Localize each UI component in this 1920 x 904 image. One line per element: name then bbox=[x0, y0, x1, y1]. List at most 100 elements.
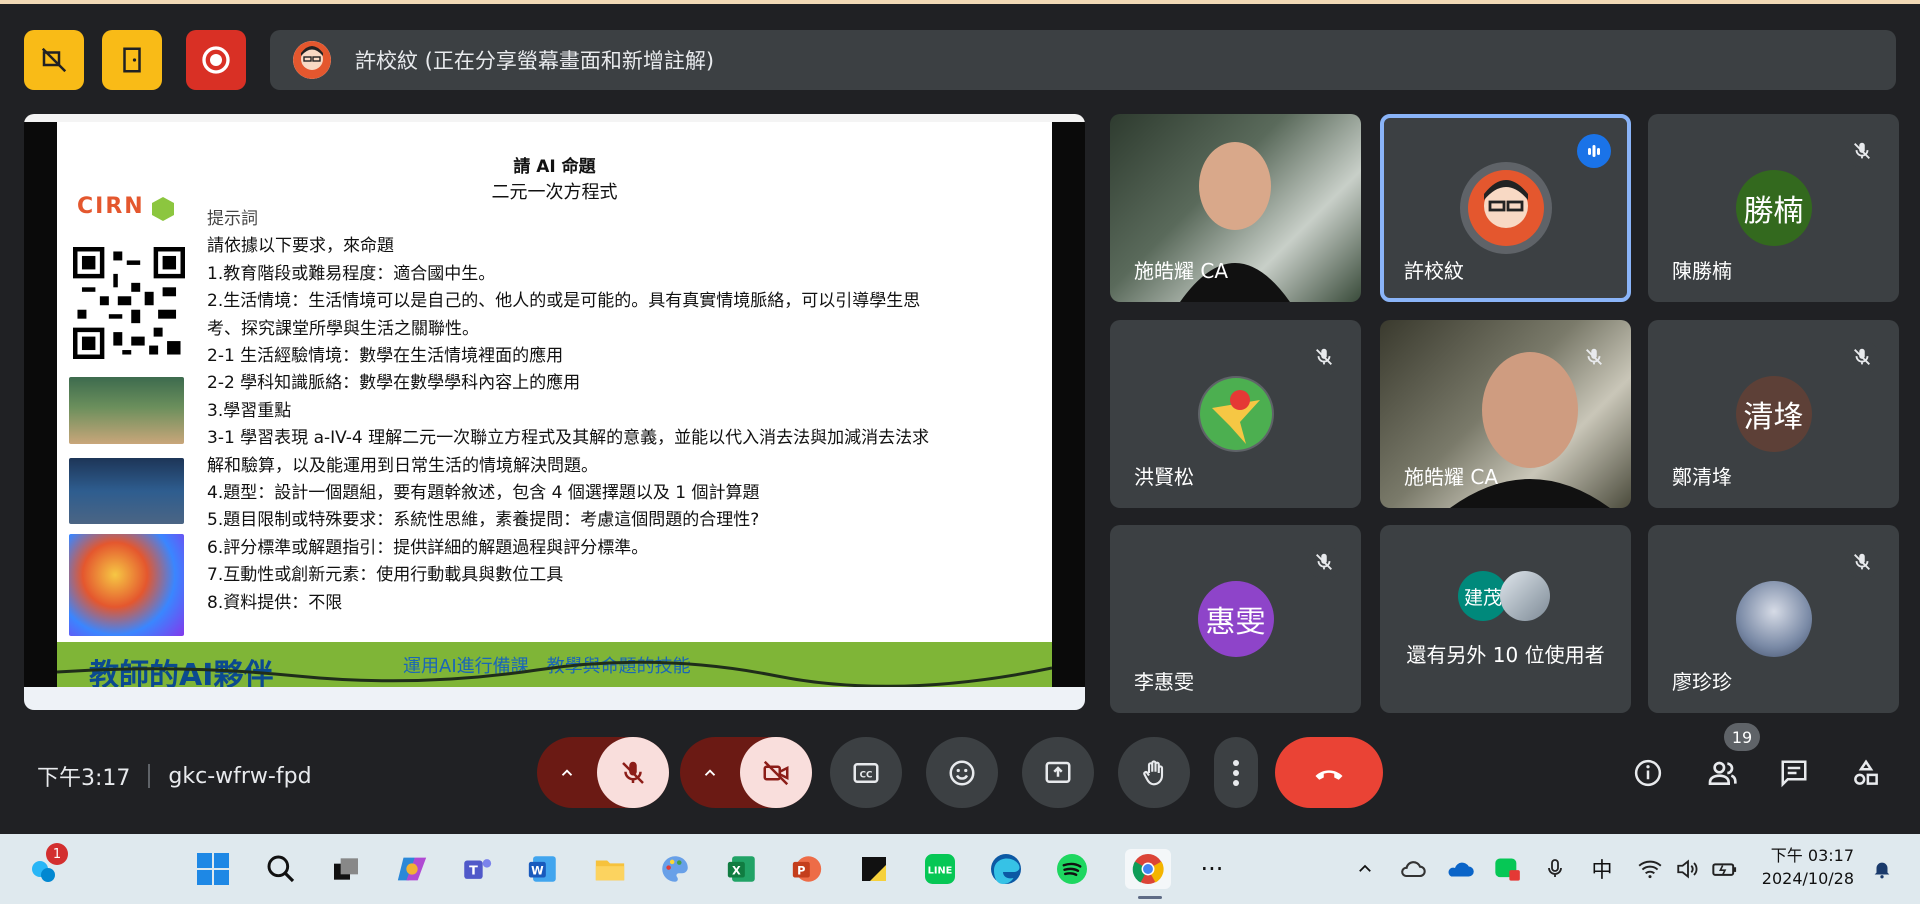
participant-tile[interactable]: 惠雯 李惠雯 bbox=[1110, 525, 1361, 713]
chat-button[interactable] bbox=[1778, 757, 1810, 789]
leave-share-button[interactable] bbox=[102, 30, 162, 90]
search-icon[interactable] bbox=[261, 849, 301, 889]
spotify-icon[interactable] bbox=[1052, 849, 1092, 889]
people-icon bbox=[1708, 761, 1737, 785]
start-icon[interactable] bbox=[193, 849, 233, 889]
mic-off-icon bbox=[1845, 134, 1879, 168]
excel-icon[interactable]: X bbox=[722, 849, 762, 889]
participant-name: 施皓耀 CA bbox=[1404, 465, 1499, 489]
prompt-line: 7.互動性或創新元素：使用行動載具與數位工具 bbox=[207, 565, 564, 586]
widgets-icon[interactable]: 1 bbox=[24, 843, 68, 889]
participant-tile[interactable]: 勝楠 陳勝楠 bbox=[1648, 114, 1899, 302]
presentation-slide: 請 AI 命題 二元一次方程式 CIRN 提示詞 請依據以下要求，來命題 1.教… bbox=[57, 122, 1052, 687]
participant-avatar bbox=[1735, 581, 1812, 657]
show-hidden-icons-chevron-icon[interactable] bbox=[1345, 849, 1385, 889]
battery-icon[interactable] bbox=[1705, 849, 1745, 889]
window-top-edge bbox=[0, 0, 1920, 4]
participant-avatar: 勝楠 bbox=[1735, 170, 1812, 246]
participant-tile[interactable]: 廖珍珍 bbox=[1648, 525, 1899, 713]
slide-banner: 教師的AI夥伴 運用AI進行備課 教學與命題的技能 bbox=[57, 642, 1052, 687]
teams-icon[interactable]: T bbox=[457, 849, 497, 889]
sticky-notes-icon[interactable] bbox=[854, 849, 894, 889]
participant-name: 許校紋 bbox=[1404, 259, 1464, 283]
mic-options-button[interactable] bbox=[537, 737, 597, 808]
line-tray-icon[interactable] bbox=[1487, 849, 1527, 889]
cloud-sync-icon[interactable] bbox=[1393, 849, 1433, 889]
shared-window-titlebar bbox=[24, 114, 1085, 122]
participant-count-badge: 19 bbox=[1724, 723, 1760, 751]
wifi-icon[interactable] bbox=[1630, 849, 1670, 889]
prompt-line: 2.生活情境：生活情境可以是自己的、他人的或是可能的。具有真實情境脈絡，可以引導… bbox=[207, 291, 921, 312]
camera-toggle-button[interactable] bbox=[740, 737, 812, 808]
end-call-button[interactable] bbox=[1275, 737, 1383, 808]
prompt-line: 3-1 學習表現 a-IV-4 理解二元一次聯立方程式及其解的意義，並能以代入消… bbox=[207, 428, 930, 449]
clock-time: 下午 03:17 bbox=[1770, 846, 1854, 865]
prompt-line: 解和驗算，以及能運用到日常生活的情境解決問題。 bbox=[207, 455, 598, 476]
prompt-line: 6.評分標準或解題指引：提供詳細的解題過程與評分標準。 bbox=[207, 537, 649, 558]
mic-control-group bbox=[537, 737, 669, 808]
record-button[interactable] bbox=[186, 30, 246, 90]
participant-name: 施皓耀 CA bbox=[1134, 259, 1229, 283]
edge-icon[interactable] bbox=[986, 849, 1026, 889]
presenter-banner: 許校紋 (正在分享螢幕畫面和新增註解) bbox=[270, 30, 1896, 90]
slide-title: 請 AI 命題 bbox=[513, 157, 596, 177]
presenter-avatar bbox=[293, 41, 331, 79]
hint-label: 提示詞 bbox=[207, 209, 258, 229]
chrome-icon[interactable] bbox=[1125, 849, 1171, 899]
mic-off-icon bbox=[1845, 545, 1879, 579]
svg-text:W: W bbox=[531, 864, 544, 878]
line-icon[interactable]: LINE bbox=[920, 849, 960, 889]
mic-off-icon bbox=[1577, 340, 1611, 374]
present-screen-button[interactable] bbox=[1022, 737, 1094, 808]
speaking-indicator-icon bbox=[1577, 134, 1611, 168]
notifications-bell-icon[interactable] bbox=[1862, 849, 1902, 889]
participant-tile[interactable]: 施皓耀 CA bbox=[1110, 114, 1361, 302]
camera-options-button[interactable] bbox=[680, 737, 740, 808]
onedrive-icon[interactable] bbox=[1440, 849, 1480, 889]
captions-button[interactable]: CC bbox=[830, 737, 902, 808]
input-method[interactable]: 中 bbox=[1582, 849, 1622, 889]
reactions-button[interactable] bbox=[926, 737, 998, 808]
meeting-details-button[interactable] bbox=[1632, 757, 1664, 789]
others-count: 還有另外 10 位使用者 bbox=[1406, 643, 1605, 667]
pen-off-button[interactable] bbox=[24, 30, 84, 90]
powerpoint-icon[interactable]: P bbox=[787, 849, 827, 889]
camera-off-icon bbox=[763, 760, 789, 785]
raise-hand-button[interactable] bbox=[1118, 737, 1190, 808]
meeting-time: 下午3:17 bbox=[37, 766, 131, 791]
volume-icon[interactable] bbox=[1668, 849, 1708, 889]
hand-icon bbox=[1143, 759, 1164, 785]
presenter-banner-text: 許校紋 (正在分享螢幕畫面和新增註解) bbox=[355, 49, 715, 73]
svg-text:X: X bbox=[732, 864, 741, 878]
emoji-icon bbox=[949, 760, 975, 785]
participant-tile[interactable]: 清埄 鄭清埄 bbox=[1648, 320, 1899, 508]
paint-icon[interactable] bbox=[655, 849, 695, 889]
captions-icon: CC bbox=[853, 762, 879, 783]
door-icon bbox=[123, 47, 141, 73]
shapes-icon bbox=[1854, 759, 1878, 785]
windows-taskbar: 1 T W X P LINE ··· 中 下午 03:17 2024/10/28 bbox=[0, 834, 1920, 904]
participant-tile[interactable]: 許校紋 bbox=[1380, 114, 1631, 302]
meeting-info: 下午3:17 gkc-wfrw-fpd bbox=[37, 760, 312, 792]
mic-off-icon bbox=[622, 761, 644, 784]
others-avatar-photo bbox=[1500, 571, 1550, 621]
info-icon bbox=[1634, 759, 1662, 787]
file-explorer-icon[interactable] bbox=[590, 849, 630, 889]
activities-button[interactable] bbox=[1850, 757, 1882, 789]
copilot-icon[interactable] bbox=[392, 849, 432, 889]
others-tile[interactable]: 建茂 還有另外 10 位使用者 bbox=[1380, 525, 1631, 713]
prompt-line: 1.教育階段或難易程度：適合國中生。 bbox=[207, 263, 496, 284]
microphone-tray-icon[interactable] bbox=[1535, 849, 1575, 889]
more-options-button[interactable] bbox=[1214, 737, 1258, 808]
people-button[interactable] bbox=[1706, 757, 1738, 789]
participant-tile[interactable]: 施皓耀 CA bbox=[1380, 320, 1631, 508]
word-icon[interactable]: W bbox=[523, 849, 563, 889]
system-clock[interactable]: 下午 03:17 2024/10/28 bbox=[1762, 844, 1854, 890]
mic-off-icon bbox=[1307, 545, 1341, 579]
annotation-off-icon bbox=[41, 47, 67, 73]
participant-tile[interactable]: 洪賢松 bbox=[1110, 320, 1361, 508]
mic-toggle-button[interactable] bbox=[597, 737, 669, 808]
task-view-icon[interactable] bbox=[326, 849, 366, 889]
overflow-icon[interactable]: ··· bbox=[1192, 849, 1232, 889]
mic-off-icon bbox=[1845, 340, 1879, 374]
